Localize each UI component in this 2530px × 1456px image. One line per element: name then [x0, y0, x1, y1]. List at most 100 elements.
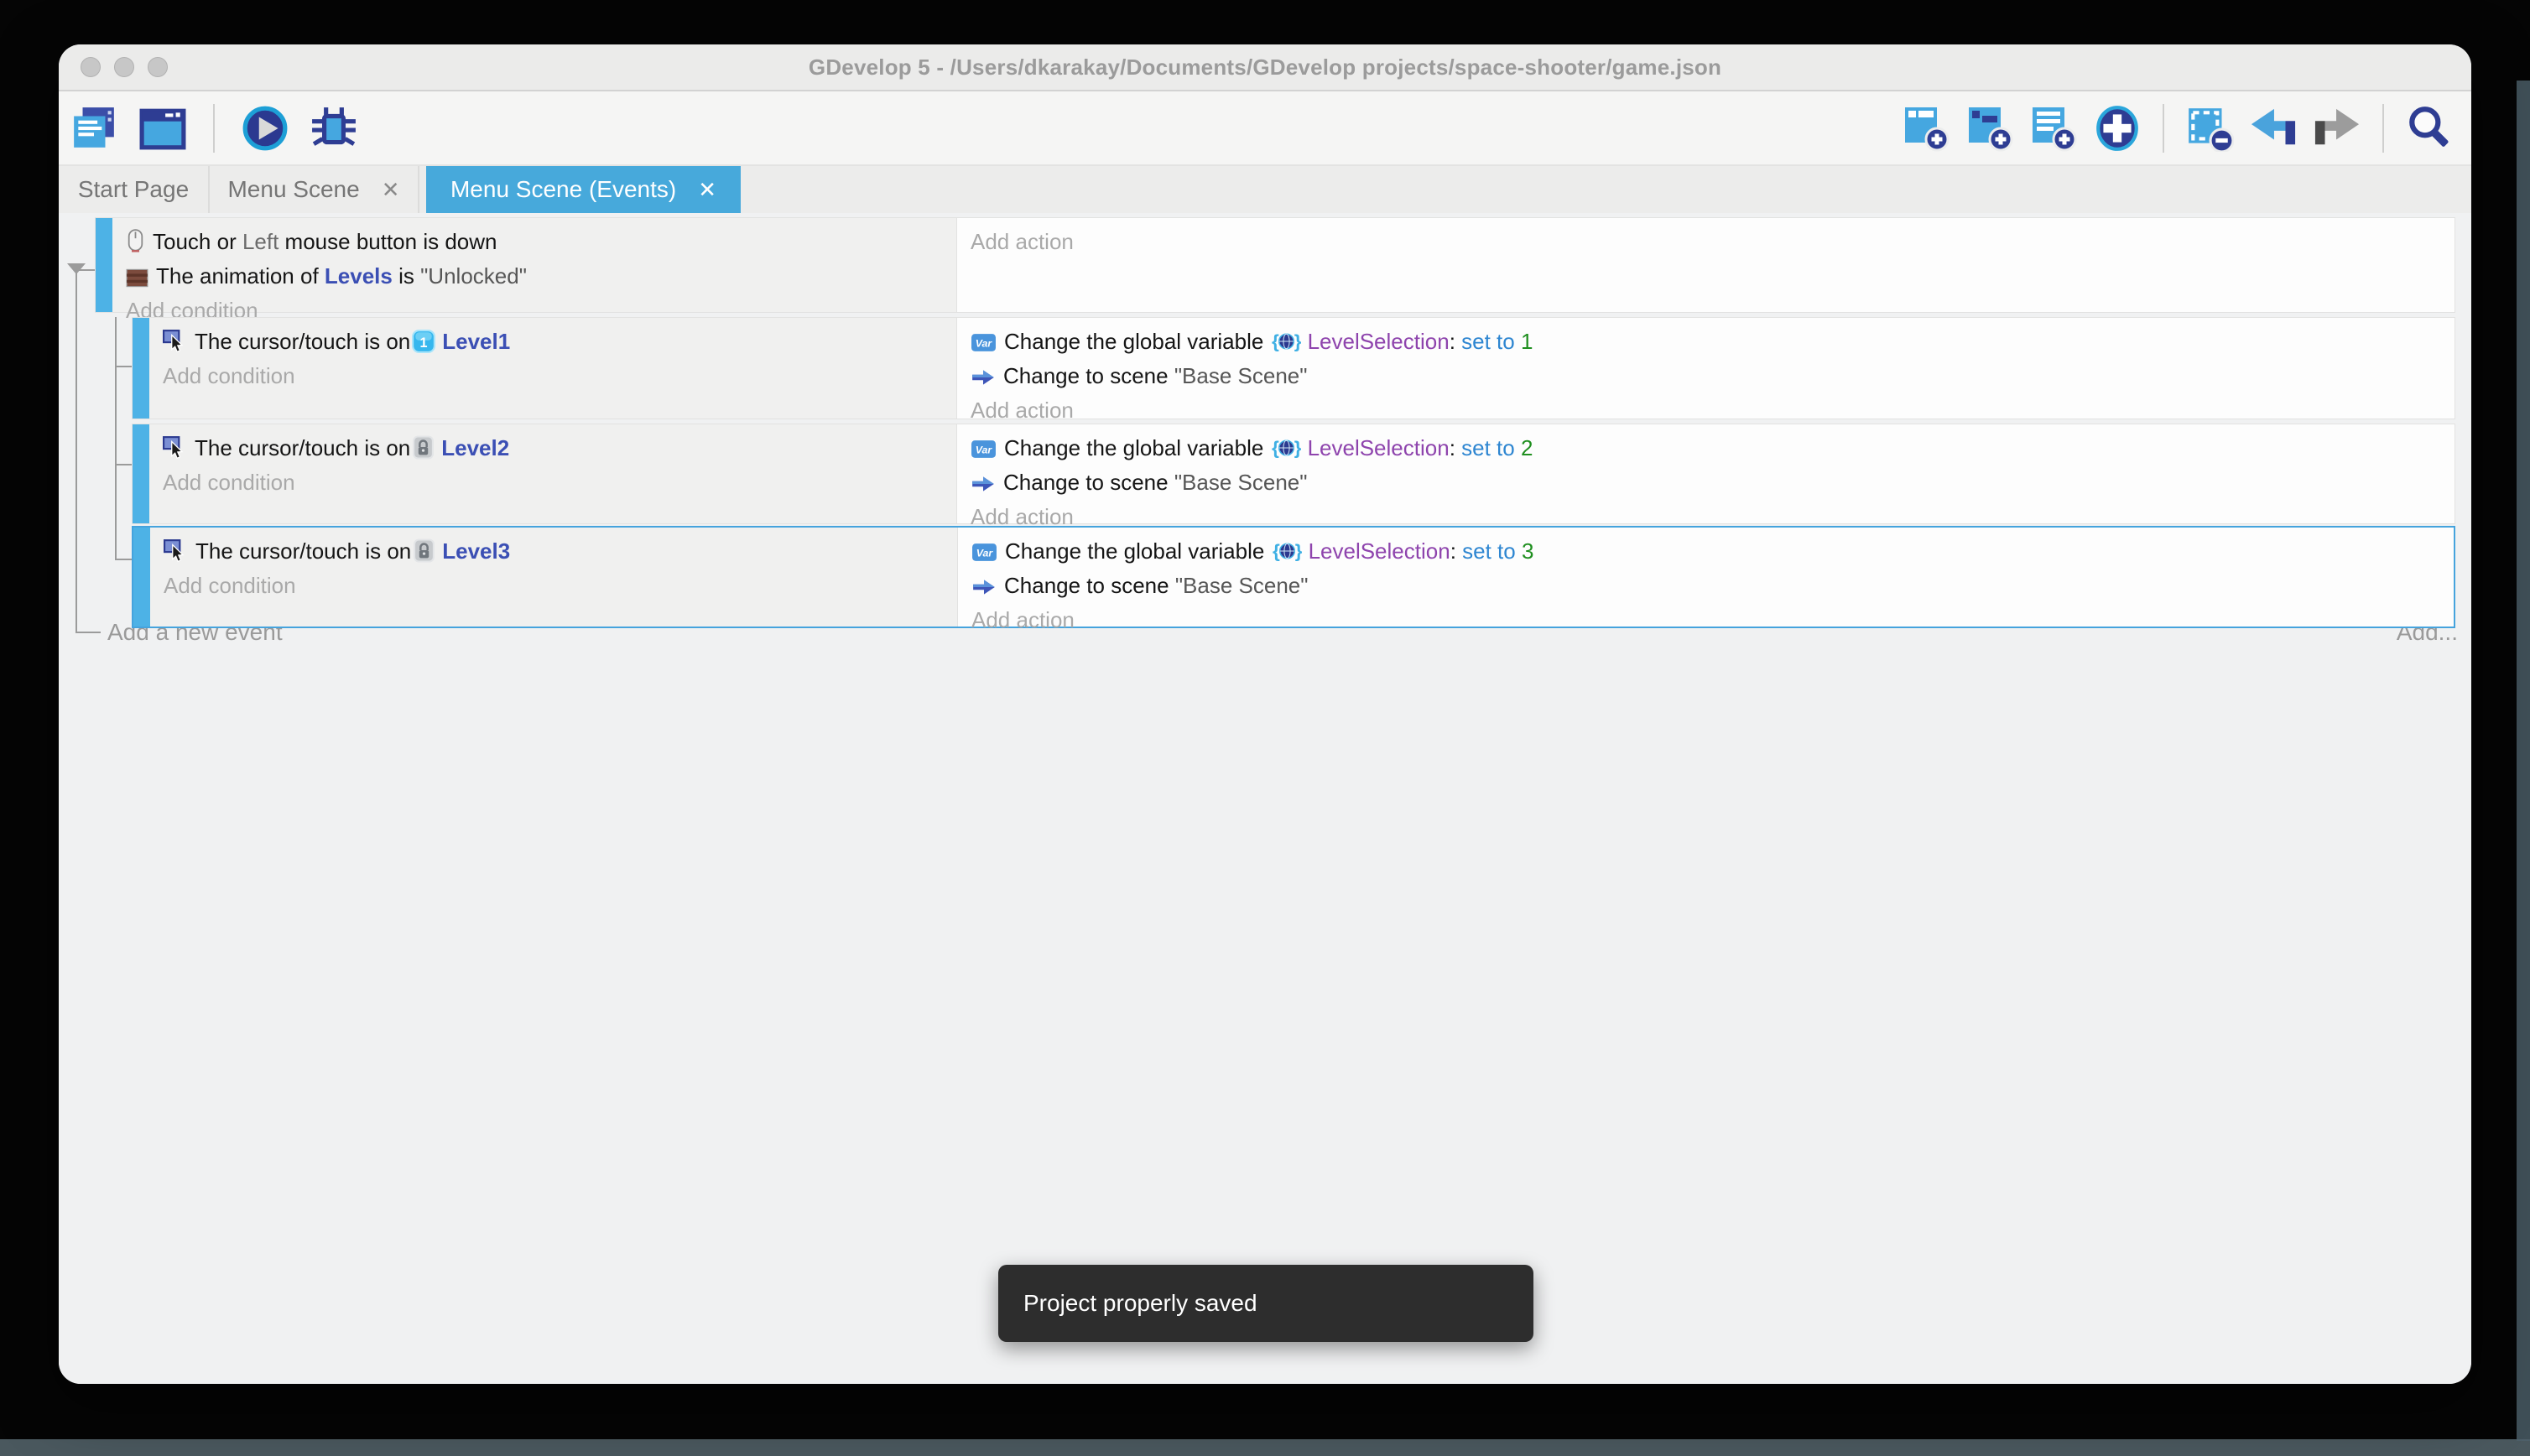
text-segment-plain: Change the global variable	[1005, 538, 1271, 564]
action-line[interactable]: VarChange the global variable {}LevelSel…	[971, 431, 2455, 465]
add-action-button[interactable]: Add action	[971, 393, 2455, 428]
add-subevent-button[interactable]	[1966, 105, 2013, 152]
event-main[interactable]: Touch or Left mouse button is downThe an…	[95, 217, 2455, 313]
svg-text:1: 1	[420, 335, 428, 351]
conditions-column[interactable]: Touch or Left mouse button is downThe an…	[112, 218, 957, 312]
text-segment-plain: Change to scene	[1004, 573, 1175, 598]
project-manager-button[interactable]	[70, 105, 117, 152]
remove-selection-icon	[2185, 105, 2234, 152]
tab-label: Menu Scene (Events)	[450, 176, 676, 203]
condition-line[interactable]: The cursor/touch is onLevel3	[164, 534, 957, 569]
tab-menu-scene-events[interactable]: Menu Scene (Events) ✕	[426, 166, 741, 213]
text-segment-varname: LevelSelection	[1309, 538, 1450, 564]
event-drag-bar[interactable]	[133, 528, 150, 627]
event-sub-3[interactable]: The cursor/touch is onLevel3 Add conditio…	[132, 526, 2455, 628]
add-condition-button[interactable]: Add condition	[163, 465, 956, 500]
text-segment-plain: The animation of	[156, 263, 325, 289]
mouse-icon	[126, 229, 145, 263]
desktop-edge-right	[2517, 81, 2530, 1441]
svg-text:}: }	[1294, 331, 1300, 352]
text-segment-placeholder: Add action	[971, 229, 1074, 254]
tab-label: Menu Scene	[227, 176, 359, 203]
add-action-button[interactable]: Add action	[971, 603, 2454, 637]
text-segment-plain: Change the global variable	[1004, 435, 1270, 460]
text-segment-plain: Change to scene	[1003, 470, 1174, 495]
action-line[interactable]: Change to scene "Base Scene"	[971, 569, 2454, 603]
condition-line[interactable]: The animation of Levels is "Unlocked"	[126, 259, 956, 294]
gdevelop-window: GDevelop 5 - /Users/dkarakay/Documents/G…	[59, 44, 2471, 1384]
add-comment-button[interactable]	[2030, 105, 2077, 152]
scene-editor-button[interactable]	[139, 105, 186, 152]
text-segment-plain: The cursor/touch is on	[195, 435, 410, 460]
tab-menu-scene[interactable]: Menu Scene ✕	[210, 166, 419, 213]
variable-icon: Var	[971, 538, 997, 573]
debug-button[interactable]	[310, 105, 357, 152]
scene-editor-icon	[139, 106, 186, 151]
event-sub-1[interactable]: The cursor/touch is on1Level1Add conditi…	[132, 317, 2455, 419]
tab-start-page[interactable]: Start Page	[59, 166, 210, 213]
zoom-window-button[interactable]	[148, 57, 168, 77]
action-line[interactable]: VarChange the global variable {}LevelSel…	[971, 534, 2454, 569]
text-segment-varname: LevelSelection	[1308, 435, 1450, 460]
actions-column[interactable]: Add action	[957, 218, 2455, 312]
choose-event-type-button[interactable]	[2094, 105, 2141, 152]
desktop-edge-bottom	[0, 1439, 2530, 1456]
close-window-button[interactable]	[81, 57, 101, 77]
minimize-window-button[interactable]	[114, 57, 134, 77]
toast: Project properly saved	[998, 1265, 1533, 1342]
toolbar-divider	[2163, 104, 2164, 153]
event-sub-2[interactable]: The cursor/touch is on Level2 Add conditio…	[132, 424, 2455, 524]
play-icon	[241, 104, 289, 153]
text-segment-object: Level2	[441, 435, 509, 460]
event-drag-bar[interactable]	[96, 218, 112, 312]
event-drag-bar[interactable]	[133, 424, 149, 523]
actions-column[interactable]: Var Change the global variable {} LevelSel…	[957, 424, 2455, 523]
global-variable-icon: {}	[1272, 435, 1301, 470]
svg-text:{: {	[1272, 438, 1279, 459]
conditions-column[interactable]: The cursor/touch is on1Level1Add conditi…	[149, 318, 957, 419]
add-action-button[interactable]: Add action	[971, 225, 2455, 259]
conditions-column[interactable]: The cursor/touch is on Level2 Add conditio…	[149, 424, 957, 523]
tab-bar: Start PageMenu Scene✕Menu Scene (Events)…	[59, 166, 2471, 213]
variable-icon: Var	[971, 435, 997, 470]
event-drag-bar[interactable]	[133, 318, 149, 419]
close-tab-icon[interactable]: ✕	[382, 179, 400, 200]
text-segment-placeholder: Add condition	[164, 573, 296, 598]
conditions-column[interactable]: The cursor/touch is onLevel3 Add conditio…	[150, 528, 958, 627]
text-segment-string: "Base Scene"	[1174, 470, 1308, 495]
preview-button[interactable]	[242, 105, 289, 152]
text-segment-object: Levels	[325, 263, 393, 289]
action-line[interactable]: Change to scene "Base Scene"	[971, 465, 2455, 500]
tree-collapse-arrow-icon[interactable]	[67, 263, 86, 274]
titlebar: GDevelop 5 - /Users/dkarakay/Documents/G…	[59, 44, 2471, 91]
svg-text:{: {	[1273, 541, 1280, 562]
tab-label: Start Page	[78, 176, 189, 203]
condition-line[interactable]: Touch or Left mouse button is down	[126, 225, 956, 259]
close-tab-icon[interactable]: ✕	[698, 179, 716, 200]
actions-column[interactable]: VarChange the global variable {}LevelSel…	[957, 318, 2455, 419]
action-line[interactable]: Change to scene "Base Scene"	[971, 359, 2455, 393]
add-condition-button[interactable]: Add condition	[164, 569, 957, 603]
condition-line[interactable]: The cursor/touch is on1Level1	[163, 325, 956, 359]
debug-icon	[310, 106, 357, 151]
locked-level-badge-icon	[412, 435, 435, 470]
action-line[interactable]: VarChange the global variable {}LevelSel…	[971, 325, 2455, 359]
redo-button[interactable]	[2314, 105, 2361, 152]
level-one-badge-icon: 1	[412, 329, 435, 363]
tree-tick-sub-3	[115, 559, 132, 560]
svg-text:Var: Var	[976, 338, 993, 350]
text-segment-setto: set to	[1461, 329, 1521, 354]
text-segment-plain: Touch or	[153, 229, 242, 254]
text-segment-string: "Base Scene"	[1174, 363, 1308, 388]
scene-change-icon	[971, 363, 996, 398]
add-event-button[interactable]	[1903, 105, 1950, 152]
actions-column[interactable]: Var Change the global variable {} LevelSel…	[958, 528, 2454, 627]
condition-line[interactable]: The cursor/touch is on Level2	[163, 431, 956, 465]
add-condition-button[interactable]: Add condition	[163, 359, 956, 393]
cursor-icon	[164, 538, 188, 573]
delete-selection-button[interactable]	[2186, 105, 2233, 152]
events-sheet: Add a new event Add... Touch or Left mou…	[59, 213, 2471, 1384]
undo-button[interactable]	[2250, 105, 2297, 152]
global-variable-icon: {}	[1273, 538, 1302, 573]
search-button[interactable]	[2406, 105, 2453, 152]
